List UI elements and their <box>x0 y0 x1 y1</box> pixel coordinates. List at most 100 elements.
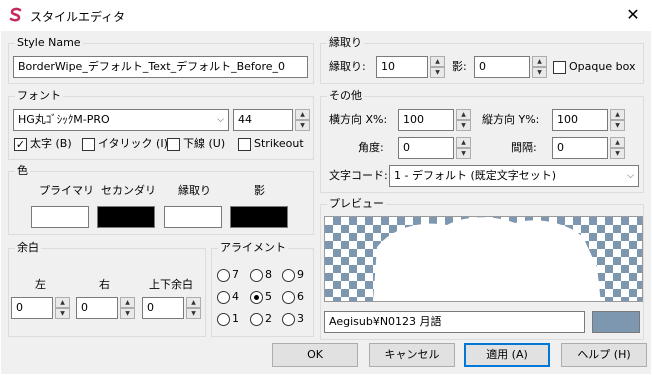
align-7-radio[interactable] <box>217 269 230 282</box>
italic-label: イタリック (I) <box>98 137 168 150</box>
align-6-radio[interactable] <box>282 291 295 304</box>
preview-bg-color-button[interactable] <box>592 311 640 333</box>
underline-label: 下線 (U) <box>183 137 226 150</box>
align-8-radio[interactable] <box>250 269 263 282</box>
scale-y-label: 縦方向 Y%: <box>482 113 540 126</box>
margin-left-input[interactable]: 0 <box>11 297 53 319</box>
scale-y-spinner[interactable]: ▲ ▼ <box>610 109 625 131</box>
margin-right-spinner[interactable]: ▲ ▼ <box>120 297 135 319</box>
italic-checkbox[interactable] <box>82 138 95 151</box>
encoding-select[interactable]: 1 - デフォルト (既定文字セット) ⌵ <box>389 165 639 187</box>
align-5-radio[interactable] <box>250 291 263 304</box>
spin-up-icon[interactable]: ▲ <box>532 56 547 67</box>
outline-width-input[interactable]: 10 <box>376 56 428 78</box>
opaque-box-checkbox[interactable] <box>553 61 566 74</box>
spin-up-icon[interactable]: ▲ <box>186 297 201 308</box>
opaque-box-label: Opaque box <box>569 60 636 73</box>
margin-right-label: 右 <box>99 278 110 291</box>
align-4-radio[interactable] <box>217 291 230 304</box>
preview-rendered-text <box>373 217 601 301</box>
shadow-depth-spinner[interactable]: ▲ ▼ <box>532 56 547 78</box>
margin-vertical-input[interactable]: 0 <box>142 297 184 319</box>
window-title: スタイルエディタ <box>30 10 126 24</box>
apply-button[interactable]: 適用 (A) <box>464 343 550 367</box>
align-6-label: 6 <box>297 290 304 303</box>
font-size-input[interactable]: 44 <box>233 109 293 131</box>
encoding-label: 文字コード: <box>329 169 388 182</box>
underline-checkbox[interactable] <box>167 138 180 151</box>
margin-left-spinner[interactable]: ▲ ▼ <box>55 297 70 319</box>
outline-color-swatch[interactable] <box>164 206 222 228</box>
scale-x-input[interactable]: 100 <box>398 109 454 131</box>
cancel-button[interactable]: キャンセル <box>369 343 455 367</box>
outline-width-spinner[interactable]: ▲ ▼ <box>430 56 445 78</box>
spin-up-icon[interactable]: ▲ <box>55 297 70 308</box>
margin-left-label: 左 <box>35 278 46 291</box>
close-button[interactable]: ✕ <box>620 4 646 26</box>
spin-up-icon[interactable]: ▲ <box>456 137 471 148</box>
scale-y-input[interactable]: 100 <box>552 109 608 131</box>
spin-down-icon[interactable]: ▼ <box>610 148 625 159</box>
align-9-label: 9 <box>297 268 304 281</box>
style-name-input[interactable]: BorderWipe_デフォルト_Text_デフォルト_Before_0 <box>13 56 308 78</box>
secondary-color-swatch[interactable] <box>97 206 155 228</box>
spin-down-icon[interactable]: ▼ <box>295 120 310 131</box>
encoding-value: 1 - デフォルト (既定文字セット) <box>394 169 557 182</box>
align-3-radio[interactable] <box>282 313 295 326</box>
font-family-select[interactable]: HG丸ｺﾞｼｯｸM-PRO ⌵ <box>13 109 229 131</box>
secondary-color-label: セカンダリ <box>101 184 156 197</box>
shadow-color-label: 影 <box>254 184 265 197</box>
margin-vertical-spinner[interactable]: ▲ ▼ <box>186 297 201 319</box>
primary-color-label: プライマリ <box>39 184 94 197</box>
misc-legend: その他 <box>329 89 362 102</box>
align-1-label: 1 <box>232 312 239 325</box>
margin-right-input[interactable]: 0 <box>76 297 118 319</box>
scale-x-spinner[interactable]: ▲ ▼ <box>456 109 471 131</box>
spin-up-icon[interactable]: ▲ <box>456 109 471 120</box>
bold-label: 太字 (B) <box>30 137 72 150</box>
spacing-spinner[interactable]: ▲ ▼ <box>610 137 625 159</box>
angle-input[interactable]: 0 <box>398 137 454 159</box>
preview-text-input[interactable]: Aegisub¥N0123 月語 <box>324 311 585 333</box>
spin-down-icon[interactable]: ▼ <box>532 67 547 78</box>
strikeout-checkbox[interactable] <box>238 138 251 151</box>
shadow-color-swatch[interactable] <box>230 206 288 228</box>
ok-button[interactable]: OK <box>272 343 358 367</box>
angle-spinner[interactable]: ▲ ▼ <box>456 137 471 159</box>
preview-canvas <box>324 216 643 302</box>
spin-down-icon[interactable]: ▼ <box>610 120 625 131</box>
font-size-spinner[interactable]: ▲ ▼ <box>295 109 310 131</box>
spacing-label: 間隔: <box>511 141 537 154</box>
strikeout-label: Strikeout <box>254 137 304 150</box>
style-name-legend: Style Name <box>17 36 81 49</box>
spacing-input[interactable]: 0 <box>552 137 608 159</box>
align-2-radio[interactable] <box>250 313 263 326</box>
spin-up-icon[interactable]: ▲ <box>295 109 310 120</box>
spin-up-icon[interactable]: ▲ <box>610 109 625 120</box>
spin-down-icon[interactable]: ▼ <box>430 67 445 78</box>
spin-up-icon[interactable]: ▲ <box>430 56 445 67</box>
help-button[interactable]: ヘルプ (H) <box>561 343 647 367</box>
alignment-legend: アライメント <box>220 241 286 254</box>
margin-vertical-label: 上下余白 <box>149 278 193 291</box>
font-legend: フォント <box>17 89 61 102</box>
spin-down-icon[interactable]: ▼ <box>456 120 471 131</box>
primary-color-swatch[interactable] <box>31 206 89 228</box>
align-1-radio[interactable] <box>217 313 230 326</box>
spin-down-icon[interactable]: ▼ <box>456 148 471 159</box>
spin-down-icon[interactable]: ▼ <box>186 308 201 319</box>
margins-legend: 余白 <box>17 241 39 254</box>
align-8-label: 8 <box>265 268 272 281</box>
spin-up-icon[interactable]: ▲ <box>120 297 135 308</box>
spin-down-icon[interactable]: ▼ <box>120 308 135 319</box>
outline-width-label: 縁取り: <box>329 60 366 73</box>
outline-color-label: 縁取り <box>178 184 211 197</box>
shadow-depth-input[interactable]: 0 <box>474 56 530 78</box>
scale-x-label: 横方向 X%: <box>329 113 388 126</box>
spin-down-icon[interactable]: ▼ <box>55 308 70 319</box>
align-9-radio[interactable] <box>282 269 295 282</box>
chevron-down-icon: ⌵ <box>217 115 224 125</box>
colors-legend: 色 <box>17 164 28 177</box>
bold-checkbox[interactable]: ✓ <box>14 138 27 151</box>
spin-up-icon[interactable]: ▲ <box>610 137 625 148</box>
